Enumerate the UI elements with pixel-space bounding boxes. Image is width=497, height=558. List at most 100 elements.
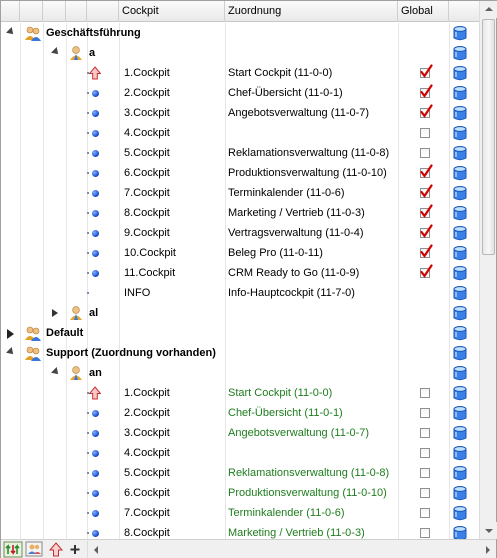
up-down-arrows-button[interactable] <box>3 541 23 558</box>
user-row[interactable]: al <box>1 303 479 323</box>
bullet-icon <box>92 190 99 197</box>
grid-line <box>43 423 44 443</box>
vertical-scrollbar[interactable] <box>479 1 497 539</box>
global-checkbox[interactable] <box>420 508 430 518</box>
assignment-name[interactable]: Produktionsverwaltung (11-0-10) <box>228 483 398 503</box>
global-checkbox[interactable] <box>420 164 433 178</box>
header-col-1[interactable] <box>1 1 20 22</box>
expand-closed-icon[interactable] <box>52 309 60 317</box>
scroll-right-icon[interactable] <box>486 546 490 554</box>
move-up-button[interactable] <box>47 541 65 558</box>
expand-closed-icon[interactable] <box>7 329 15 339</box>
global-checkbox[interactable] <box>420 148 430 158</box>
group-row[interactable]: Support (Zuordnung vorhanden) <box>1 343 479 363</box>
cockpit-row[interactable]: 8.Cockpit Marketing / Vertrieb (11-0-3) <box>1 203 479 223</box>
global-checkbox[interactable] <box>420 388 430 398</box>
bullet-icon <box>92 490 99 497</box>
expand-open-icon[interactable] <box>6 27 16 37</box>
cockpit-row[interactable]: 7.Cockpit Terminkalender (11-0-6) <box>1 183 479 203</box>
global-checkbox[interactable] <box>420 528 430 538</box>
user-row[interactable]: an <box>1 363 479 383</box>
assignment-name[interactable]: Chef-Übersicht (11-0-1) <box>228 403 398 423</box>
assignment-name[interactable]: Terminkalender (11-0-6) <box>228 503 398 523</box>
header-cockpit[interactable]: Cockpit <box>119 1 225 22</box>
assignment-name[interactable]: Marketing / Vertrieb (11-0-3) <box>228 203 398 223</box>
global-checkbox[interactable] <box>420 104 433 118</box>
assignment-name[interactable]: Produktionsverwaltung (11-0-10) <box>228 163 398 183</box>
global-checkbox[interactable] <box>420 448 430 458</box>
cockpit-row[interactable]: 6.Cockpit Produktionsverwaltung (11-0-10) <box>1 163 479 183</box>
cockpit-row[interactable]: 3.Cockpit Angebotsverwaltung (11-0-7) <box>1 103 479 123</box>
global-checkbox[interactable] <box>420 184 433 198</box>
assignment-name[interactable]: Beleg Pro (11-0-11) <box>228 243 398 263</box>
assignment-name[interactable]: Chef-Übersicht (11-0-1) <box>228 83 398 103</box>
assignment-name[interactable]: Angebotsverwaltung (11-0-7) <box>228 103 398 123</box>
global-checkbox[interactable] <box>420 84 433 98</box>
database-icon <box>453 106 467 121</box>
global-checkbox[interactable] <box>420 408 430 418</box>
header-zuordnung[interactable]: Zuordnung <box>225 1 398 22</box>
header-col-last[interactable] <box>449 1 479 22</box>
group-row[interactable]: Default <box>1 323 479 343</box>
header-global[interactable]: Global <box>398 1 449 22</box>
cockpit-row[interactable]: 8.Cockpit Marketing / Vertrieb (11-0-3) <box>1 523 479 539</box>
grid-line <box>119 423 120 443</box>
grid-line <box>449 263 450 283</box>
assignment-name[interactable]: Info-Hauptcockpit (11-7-0) <box>228 283 398 303</box>
cockpit-row[interactable]: 6.Cockpit Produktionsverwaltung (11-0-10) <box>1 483 479 503</box>
global-checkbox[interactable] <box>420 224 433 238</box>
global-checkbox[interactable] <box>420 468 430 478</box>
grid-line <box>225 503 226 523</box>
header-col-2[interactable] <box>20 1 43 22</box>
cockpit-row[interactable]: 2.Cockpit Chef-Übersicht (11-0-1) <box>1 403 479 423</box>
global-checkbox[interactable] <box>420 428 430 438</box>
global-checkbox[interactable] <box>420 244 433 258</box>
assignment-name[interactable]: Reklamationsverwaltung (11-0-8) <box>228 143 398 163</box>
global-checkbox[interactable] <box>420 64 433 78</box>
cockpit-row[interactable]: 4.Cockpit <box>1 443 479 463</box>
grid-line <box>398 343 399 363</box>
assignment-name[interactable]: Reklamationsverwaltung (11-0-8) <box>228 463 398 483</box>
cockpit-row[interactable]: 9.Cockpit Vertragsverwaltung (11-0-4) <box>1 223 479 243</box>
global-checkbox[interactable] <box>420 488 430 498</box>
assignment-name[interactable]: CRM Ready to Go (11-0-9) <box>228 263 398 283</box>
cockpit-row[interactable]: 2.Cockpit Chef-Übersicht (11-0-1) <box>1 83 479 103</box>
grid-line <box>449 383 450 403</box>
cockpit-row[interactable]: 7.Cockpit Terminkalender (11-0-6) <box>1 503 479 523</box>
cockpit-row[interactable]: 3.Cockpit Angebotsverwaltung (11-0-7) <box>1 423 479 443</box>
assignment-name[interactable]: Start Cockpit (11-0-0) <box>228 383 398 403</box>
cockpit-row[interactable]: 5.Cockpit Reklamationsverwaltung (11-0-8) <box>1 463 479 483</box>
assignment-name[interactable]: Terminkalender (11-0-6) <box>228 183 398 203</box>
assignment-name[interactable]: Marketing / Vertrieb (11-0-3) <box>228 523 398 539</box>
expand-open-icon[interactable] <box>51 367 61 377</box>
cockpit-row[interactable]: 1.Cockpit Start Cockpit (11-0-0) <box>1 63 479 83</box>
header-col-3[interactable] <box>43 1 66 22</box>
header-col-4[interactable] <box>66 1 87 22</box>
cockpit-row[interactable]: 1.Cockpit Start Cockpit (11-0-0) <box>1 383 479 403</box>
scroll-up-button[interactable] <box>480 1 497 18</box>
user-row[interactable]: a <box>1 43 479 63</box>
global-checkbox[interactable] <box>420 264 433 278</box>
grid-line <box>66 63 67 83</box>
assignment-name[interactable]: Start Cockpit (11-0-0) <box>228 63 398 83</box>
scroll-left-icon[interactable] <box>94 546 98 554</box>
database-icon <box>453 526 467 539</box>
users-group-button[interactable] <box>25 541 45 558</box>
horizontal-scrollbar[interactable] <box>87 541 496 558</box>
cockpit-row[interactable]: 4.Cockpit <box>1 123 479 143</box>
global-checkbox[interactable] <box>420 204 433 218</box>
scroll-down-button[interactable] <box>480 522 497 539</box>
add-button[interactable] <box>67 541 83 558</box>
expand-open-icon[interactable] <box>6 347 16 357</box>
cockpit-row[interactable]: 5.Cockpit Reklamationsverwaltung (11-0-8) <box>1 143 479 163</box>
cockpit-row[interactable]: INFO Info-Hauptcockpit (11-7-0) <box>1 283 479 303</box>
cockpit-row[interactable]: 10.Cockpit Beleg Pro (11-0-11) <box>1 243 479 263</box>
global-checkbox[interactable] <box>420 128 430 138</box>
assignment-name[interactable]: Vertragsverwaltung (11-0-4) <box>228 223 398 243</box>
assignment-name[interactable]: Angebotsverwaltung (11-0-7) <box>228 423 398 443</box>
header-col-5[interactable] <box>87 1 119 22</box>
group-row[interactable]: Geschäftsführung <box>1 23 479 43</box>
cockpit-row[interactable]: 11.Cockpit CRM Ready to Go (11-0-9) <box>1 263 479 283</box>
expand-open-icon[interactable] <box>51 47 61 57</box>
scroll-thumb[interactable] <box>482 19 495 255</box>
